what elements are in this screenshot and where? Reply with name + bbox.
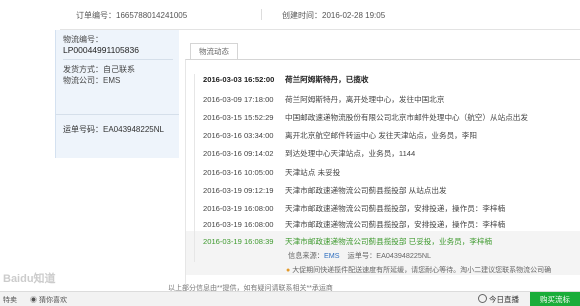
- tracking-desc: 荷兰阿姆斯特丹，离开处理中心，发往中国北京: [285, 95, 445, 104]
- tab-logistics-updates[interactable]: 物流动态: [190, 43, 238, 60]
- buy-button[interactable]: 购买流标: [530, 292, 580, 306]
- tracking-row: 2016-03-09 17:18:00 荷兰阿姆斯特丹，离开处理中心，发往中国北京: [203, 94, 580, 105]
- logistics-number-label: 物流编号：: [63, 35, 103, 44]
- tracking-row: 2016-03-16 10:05:00 天津站点 未妥投: [203, 167, 580, 178]
- tracking-desc: 到达处理中心天津站点，业务员，1144: [285, 149, 416, 158]
- delay-notice: ● 大促期间快递揽件配送速度有所延缓，请您耐心等待。淘小二建议您联系物流公司确: [286, 267, 552, 274]
- tracking-row: 2016-03-19 16:08:39 天津市邮政速递物流公司蓟县揽投部 已妥投，…: [203, 236, 580, 247]
- divider: [63, 59, 173, 60]
- tracking-desc: 天津市邮政速递物流公司蓟县揽投部，安排投递，操作员：李梓楠: [285, 204, 506, 213]
- tracking-desc: 荷兰阿姆斯特丹，已揽收: [285, 75, 369, 84]
- tracking-time: 2016-03-19 16:08:00: [203, 220, 274, 229]
- tracking-desc: 中国邮政速递物流股份有限公司北京市邮件处理中心（航空）从站点出发: [285, 113, 528, 122]
- bottom-bar: 特卖 ◉ 猜你喜欢 今日直播 购买流标: [0, 291, 580, 306]
- tracking-row: 2016-03-19 16:08:00 天津市邮政速递物流公司蓟县揽投部，安排投递…: [203, 203, 580, 214]
- ship-method: 发货方式：自己联系: [63, 65, 135, 74]
- waybill-number: 运单号码：EA043948225NL: [63, 125, 164, 134]
- tracking-time: 2016-03-16 10:05:00: [203, 168, 274, 177]
- tracking-desc: 天津站点 未妥投: [285, 168, 341, 177]
- timeline-line: [194, 74, 195, 262]
- tracking-time: 2016-03-19 16:08:00: [203, 204, 274, 213]
- tracking-time: 2016-03-09 17:18:00: [203, 95, 274, 104]
- waybill-card: 运单号码：EA043948225NL: [55, 114, 179, 158]
- tracking-time: 2016-03-19 09:12:19: [203, 186, 274, 195]
- order-header: 订单编号：1665788014241005 创建时间：2016-02-28 19…: [60, 0, 580, 30]
- tracking-row: 2016-03-16 09:14:02 到达处理中心天津站点，业务员，1144: [203, 148, 580, 159]
- tracking-row: 2016-03-15 15:52:29 中国邮政速递物流股份有限公司北京市邮件处理…: [203, 112, 580, 123]
- bottom-tab-guess[interactable]: ◉ 猜你喜欢: [30, 295, 67, 305]
- tracking-time: 2016-03-16 03:34:00: [203, 131, 274, 140]
- info-source: 信息来源：EMS 运单号：EA043948225NL: [288, 251, 432, 260]
- bottom-tab-sale[interactable]: 特卖: [3, 295, 17, 305]
- live-icon: [478, 294, 487, 303]
- tracking-desc: 离开北京航空邮件转运中心 发往天津站点，业务员，李阳: [285, 131, 477, 140]
- warning-icon: ●: [286, 267, 291, 274]
- logistics-number-value: LP00044991105836: [63, 45, 139, 55]
- watermark-logo: Baidu知道: [3, 273, 56, 285]
- tracking-time: 2016-03-15 15:52:29: [203, 113, 274, 122]
- tracking-desc: 天津市邮政速递物流公司蓟县揽投部 已妥投，业务员，李梓楠: [285, 237, 493, 246]
- tracking-time: 2016-03-03 16:52:00: [203, 75, 275, 84]
- tracking-row: 2016-03-19 16:08:00 天津市邮政速递物流公司蓟县揽投部，安排投递…: [203, 219, 580, 230]
- logistics-company: 物流公司：EMS: [63, 76, 121, 85]
- order-created-time: 创建时间：2016-02-28 19:05: [282, 11, 386, 20]
- tracking-desc: 天津市邮政速递物流公司蓟县揽投部 从站点出发: [285, 186, 447, 195]
- tracking-time: 2016-03-19 16:08:39: [203, 237, 274, 246]
- logistics-info-card: 物流编号： LP00044991105836 发货方式：自己联系 物流公司：EM…: [55, 30, 179, 114]
- source-waybill: 运单号：EA043948225NL: [347, 251, 432, 260]
- tracking-desc: 天津市邮政速递物流公司蓟县揽投部，安排投递，操作员：李梓楠: [285, 220, 506, 229]
- tracking-row: 2016-03-03 16:52:00 荷兰阿姆斯特丹，已揽收: [203, 74, 580, 85]
- tracking-row: 2016-03-16 03:34:00 离开北京航空邮件转运中心 发往天津站点，业…: [203, 130, 580, 141]
- tracking-row: 2016-03-19 09:12:19 天津市邮政速递物流公司蓟县揽投部 从站点出…: [203, 185, 580, 196]
- order-number: 订单编号：1665788014241005: [76, 11, 188, 20]
- divider: [261, 9, 262, 20]
- tracking-time: 2016-03-16 09:14:02: [203, 149, 274, 158]
- source-link[interactable]: EMS: [324, 251, 340, 260]
- live-button[interactable]: 今日直播: [478, 294, 519, 305]
